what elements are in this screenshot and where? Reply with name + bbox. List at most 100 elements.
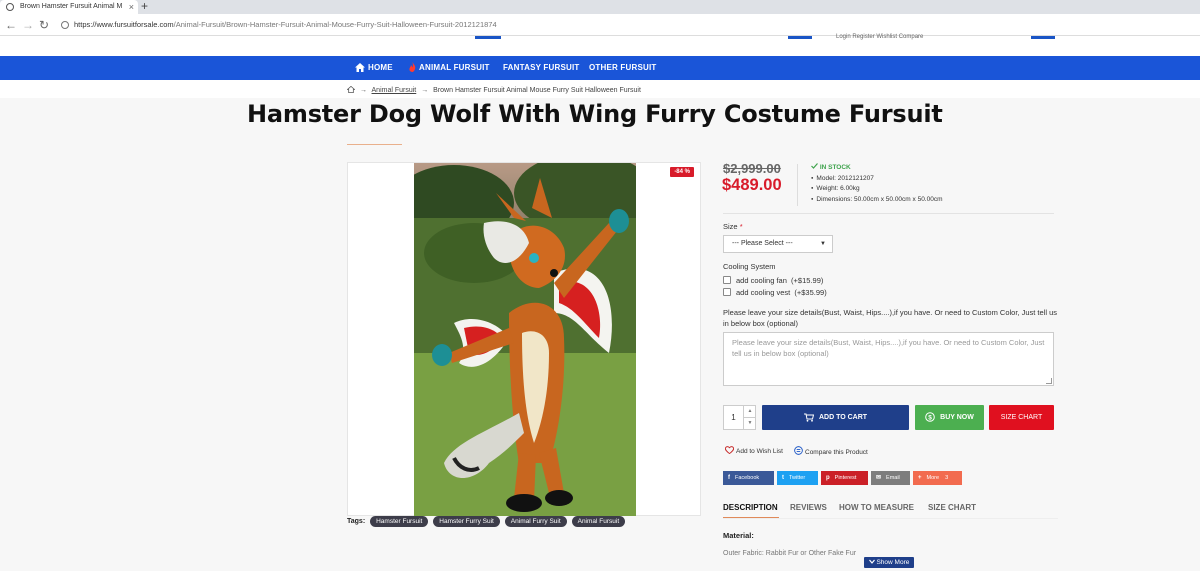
- header-search-button[interactable]: [475, 36, 501, 39]
- share-facebook-button[interactable]: f Facebook: [723, 471, 774, 485]
- share-email-button[interactable]: ✉ Email: [871, 471, 910, 485]
- product-image-panel[interactable]: -84 %: [347, 162, 701, 516]
- fursuit-photo-illustration: [414, 163, 636, 516]
- size-select-value: --- Please Select ---: [732, 240, 793, 247]
- header-top-links[interactable]: Login Register Wishlist Compare: [836, 34, 923, 40]
- nav-animal-fursuit-label: ANIMAL FURSUIT: [419, 63, 490, 72]
- share-twitter-button[interactable]: t Twitter: [777, 471, 818, 485]
- share-twitter-label: Twitter: [789, 475, 806, 481]
- material-heading: Material:: [723, 531, 754, 540]
- caret-down-icon: ▼: [820, 241, 826, 247]
- tag-link[interactable]: Animal Fursuit: [571, 516, 626, 527]
- tab-reviews[interactable]: REVIEWS: [790, 503, 827, 512]
- cooling-system-label: Cooling System: [723, 262, 776, 271]
- browser-tab[interactable]: Brown Hamster Fursuit Animal M ×: [0, 0, 138, 14]
- cart-icon: [803, 413, 815, 422]
- tab-how-to-measure[interactable]: HOW TO MEASURE: [839, 503, 914, 512]
- header-currency-button[interactable]: [788, 36, 812, 39]
- tab-title: Brown Hamster Fursuit Animal M: [20, 3, 123, 10]
- breadcrumb-separator: →: [421, 87, 429, 94]
- tab-close-icon[interactable]: ×: [129, 0, 134, 14]
- cooling-vest-option[interactable]: add cooling vest (+$35.99): [723, 288, 827, 297]
- add-to-wishlist-link[interactable]: Add to Wish List: [724, 446, 783, 455]
- stock-status: IN STOCK: [811, 163, 851, 171]
- buy-now-button[interactable]: $ BUY NOW: [915, 405, 984, 430]
- quantity-stepper[interactable]: 1 ▲ ▼: [723, 405, 756, 430]
- header-cart-button[interactable]: [1031, 36, 1055, 39]
- show-more-label: Show More: [876, 559, 910, 566]
- tags-label: Tags:: [347, 518, 366, 525]
- site-info-icon[interactable]: [61, 21, 69, 29]
- share-facebook-label: Facebook: [735, 475, 760, 481]
- nav-home-label: HOME: [368, 63, 393, 72]
- price-divider: [797, 164, 798, 206]
- forward-button[interactable]: →: [22, 17, 34, 33]
- reload-button[interactable]: ↻: [39, 17, 49, 33]
- size-chart-button[interactable]: SIZE CHART: [989, 405, 1054, 430]
- nav-animal-fursuit[interactable]: ANIMAL FURSUIT: [409, 56, 490, 80]
- page-title: Hamster Dog Wolf With Wing Furry Costume…: [247, 100, 943, 128]
- address-bar[interactable]: https://www.fursuitforsale.com/Animal-Fu…: [58, 17, 1198, 33]
- checkbox[interactable]: [723, 288, 731, 296]
- product-image[interactable]: [414, 163, 636, 516]
- site-header: Login Register Wishlist Compare: [0, 34, 1200, 56]
- share-pinterest-button[interactable]: p Pinterest: [821, 471, 868, 485]
- title-underline: [347, 144, 402, 145]
- divider: [723, 213, 1054, 214]
- url-domain: https://www.fursuitforsale.com: [74, 20, 174, 29]
- increment-icon[interactable]: ▲: [743, 406, 756, 418]
- tag-link[interactable]: Animal Furry Suit: [504, 516, 567, 527]
- required-marker: *: [739, 222, 743, 231]
- cooling-fan-price: (+$15.99): [791, 276, 824, 285]
- tag-link[interactable]: Hamster Fursuit: [370, 516, 429, 527]
- main-nav: HOME ANIMAL FURSUIT FANTASY FURSUIT OTHE…: [0, 56, 1200, 80]
- check-icon: [811, 163, 818, 169]
- new-tab-button[interactable]: +: [141, 0, 148, 13]
- share-count: 3: [945, 475, 949, 481]
- tab-description[interactable]: DESCRIPTION: [723, 503, 778, 512]
- quantity-value[interactable]: 1: [724, 406, 743, 429]
- cooling-vest-price: (+$35.99): [794, 288, 827, 297]
- checkbox[interactable]: [723, 276, 731, 284]
- outer-fabric-text: Outer Fabric: Rabbit Fur or Other Fake F…: [723, 550, 857, 557]
- twitter-icon: t: [782, 475, 784, 481]
- size-select[interactable]: --- Please Select --- ▼: [723, 235, 833, 253]
- heart-icon: [724, 446, 735, 455]
- spec-model: Model: 2012121207: [811, 175, 873, 182]
- share-pinterest-label: Pinterest: [834, 475, 857, 481]
- compare-link[interactable]: Compare this Product: [794, 446, 868, 456]
- wishlist-label: Add to Wish List: [736, 448, 783, 455]
- share-more-button[interactable]: + More 3: [913, 471, 962, 485]
- nav-home[interactable]: HOME: [355, 56, 393, 80]
- nav-other-fursuit-label: OTHER FURSUIT: [589, 63, 657, 72]
- home-icon: [355, 63, 365, 72]
- spec-weight: Weight: 6.00kg: [811, 185, 859, 192]
- back-button[interactable]: ←: [5, 17, 17, 33]
- breadcrumb-animal-fursuit[interactable]: Animal Fursuit: [372, 87, 417, 94]
- resize-handle[interactable]: [1046, 378, 1052, 384]
- tag-link[interactable]: Hamster Furry Suit: [433, 516, 500, 527]
- buy-now-label: BUY NOW: [940, 414, 974, 421]
- cooling-fan-option[interactable]: add cooling fan (+$15.99): [723, 276, 823, 285]
- dollar-icon: $: [925, 412, 935, 422]
- plus-icon: +: [918, 475, 922, 481]
- decrement-icon[interactable]: ▼: [743, 417, 756, 429]
- breadcrumb-current: Brown Hamster Fursuit Animal Mouse Furry…: [433, 87, 641, 94]
- tabs-baseline: [723, 518, 1058, 519]
- size-chart-label: SIZE CHART: [1000, 414, 1043, 421]
- add-to-cart-button[interactable]: ADD TO CART: [762, 405, 909, 430]
- current-price: $489.00: [722, 176, 782, 194]
- nav-fantasy-fursuit[interactable]: FANTASY FURSUIT: [503, 56, 579, 80]
- share-email-label: Email: [886, 475, 900, 481]
- compare-icon: [794, 446, 803, 455]
- show-more-button[interactable]: Show More: [864, 557, 914, 568]
- tab-size-chart[interactable]: SIZE CHART: [928, 503, 976, 512]
- nav-other-fursuit[interactable]: OTHER FURSUIT: [589, 56, 657, 80]
- compare-label: Compare this Product: [805, 449, 868, 456]
- size-details-textarea[interactable]: Please leave your size details(Bust, Wai…: [723, 332, 1054, 386]
- home-icon[interactable]: [346, 85, 356, 93]
- svg-text:$: $: [928, 414, 932, 421]
- email-icon: ✉: [876, 475, 882, 481]
- cooling-vest-label: add cooling vest: [736, 288, 791, 297]
- add-to-cart-label: ADD TO CART: [818, 414, 868, 421]
